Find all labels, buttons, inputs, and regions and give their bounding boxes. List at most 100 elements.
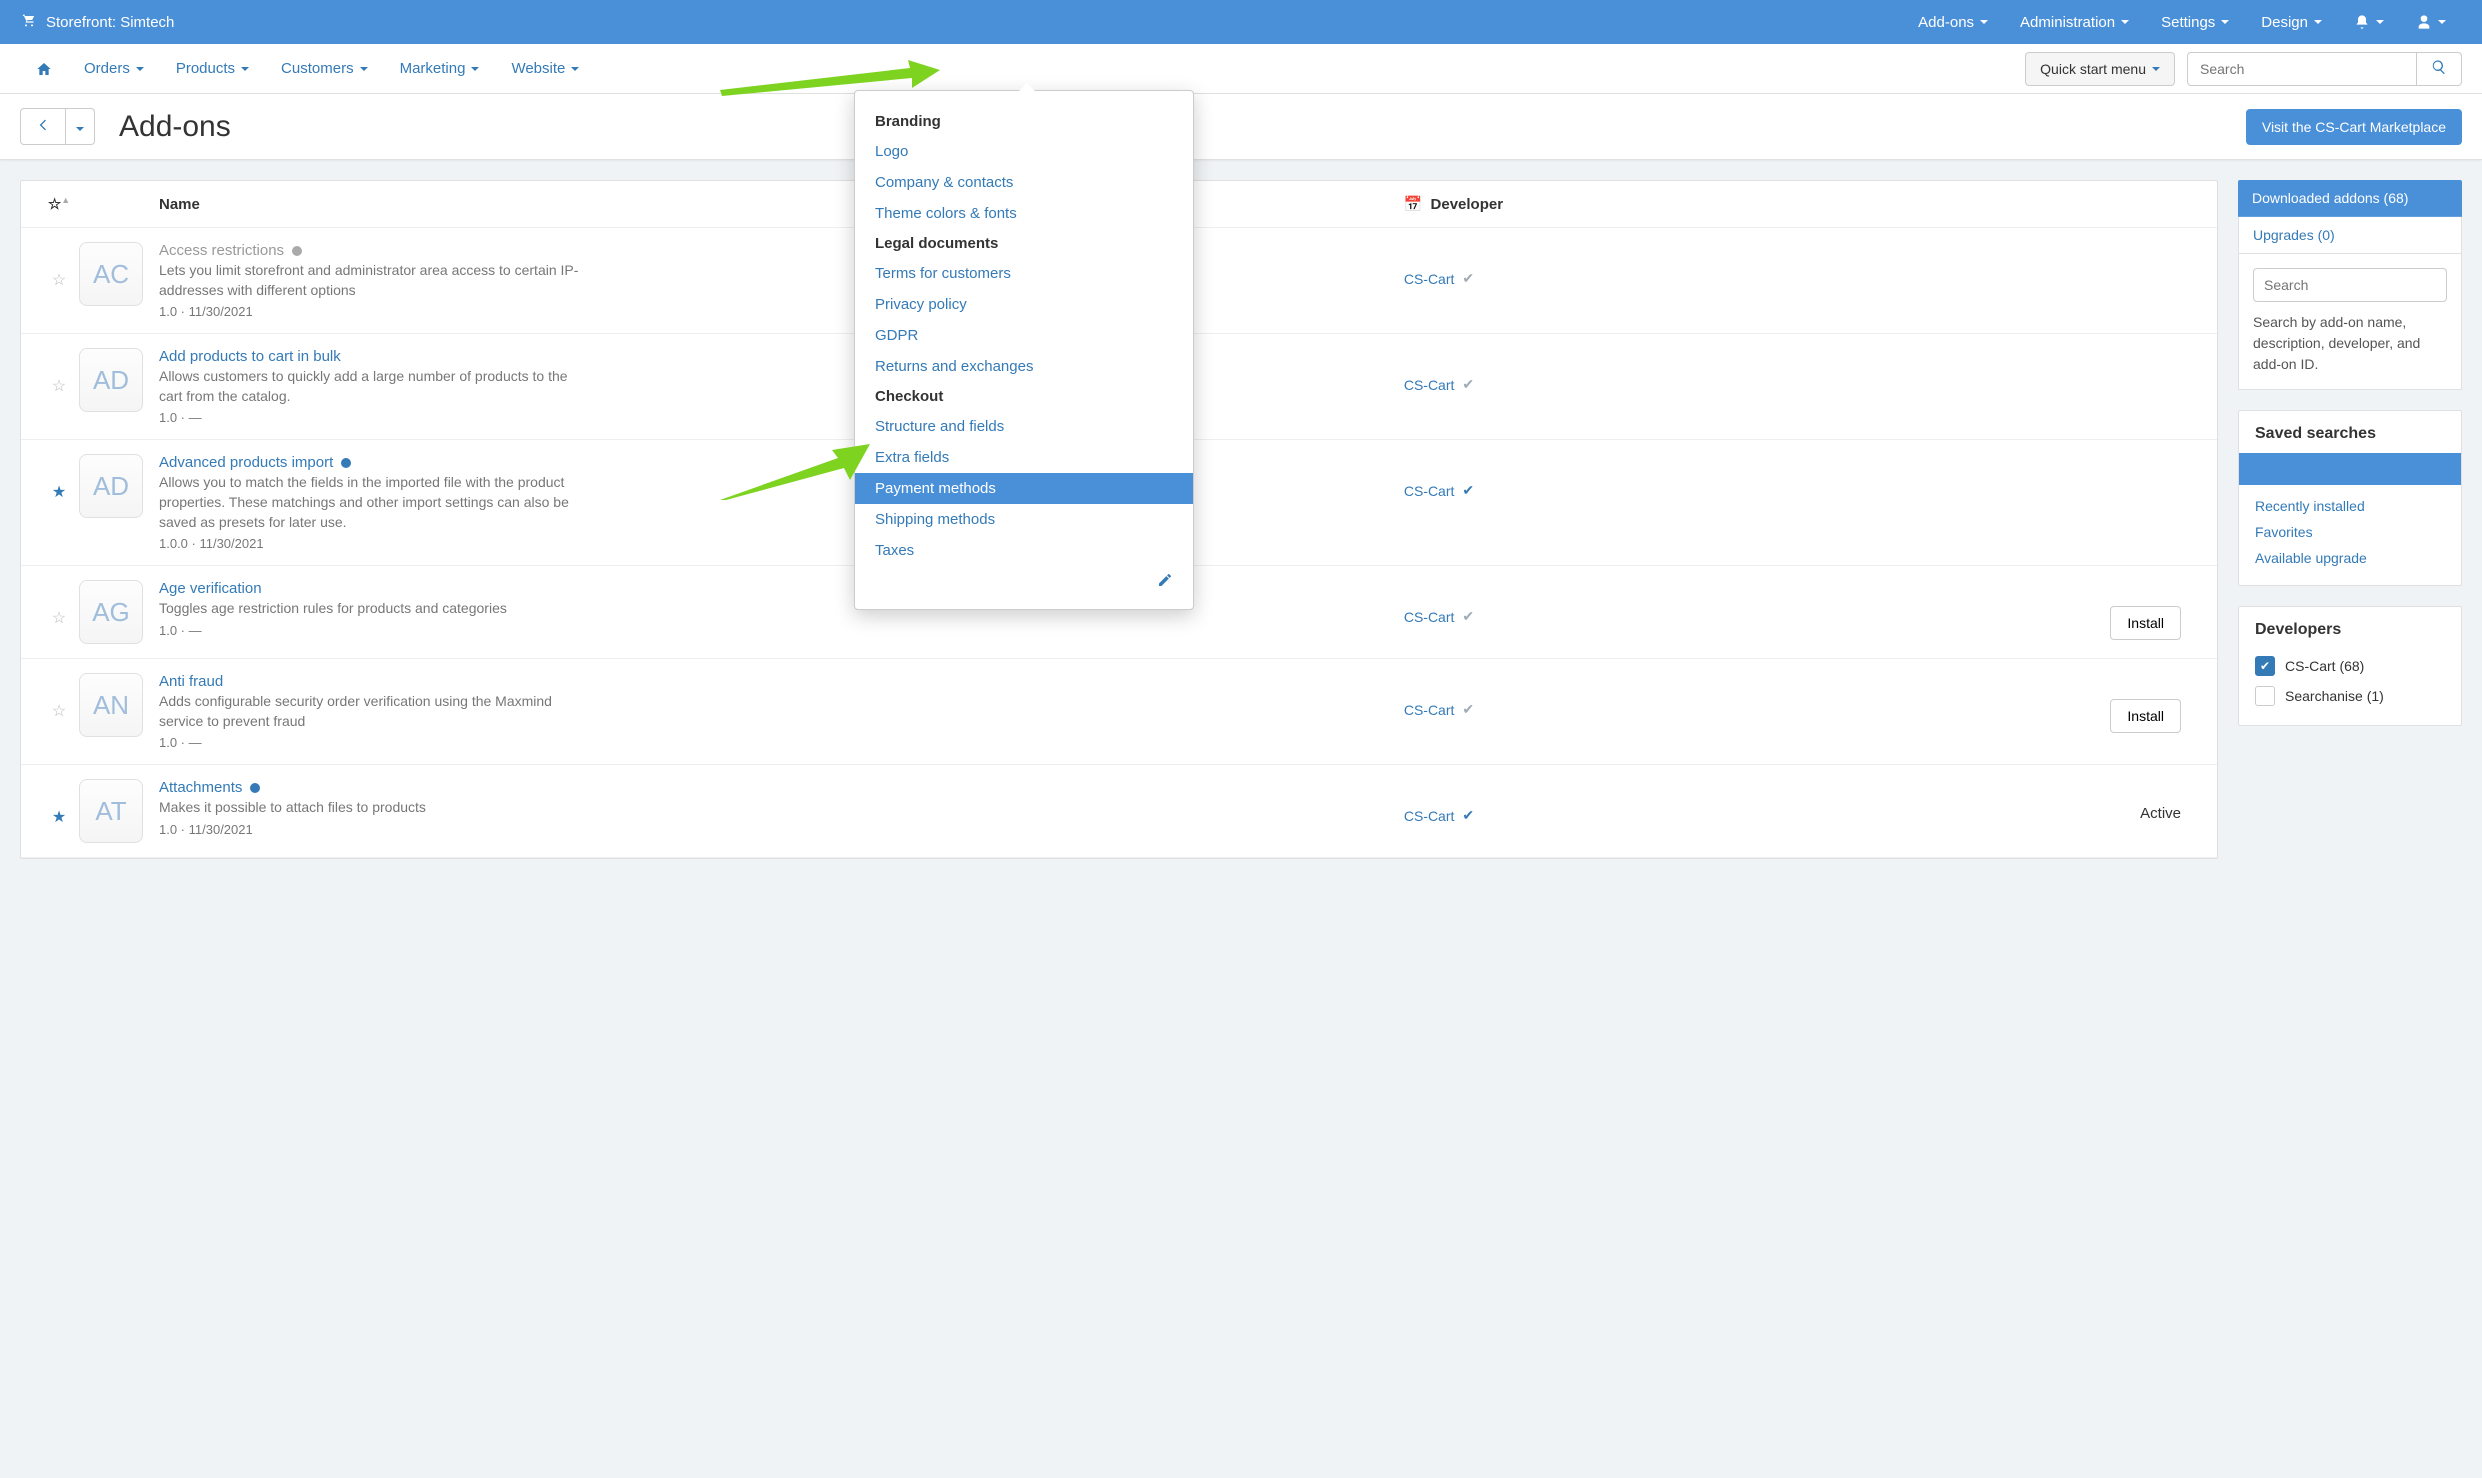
th-developer[interactable]: Developer [1431,196,1504,213]
dd-heading-checkout: Checkout [855,382,1193,411]
topmenu-settings[interactable]: Settings [2145,0,2245,44]
addon-desc: Lets you limit storefront and administra… [159,261,579,300]
back-dropdown[interactable] [66,108,95,145]
addon-row: ☆AN Anti fraud Adds configurable security… [21,659,2217,765]
dd-item-gdpr[interactable]: GDPR [855,320,1193,351]
developer-link[interactable]: CS-Cart [1404,483,1455,499]
developer-link[interactable]: CS-Cart [1404,271,1455,287]
saved-search-link[interactable]: Recently installed [2255,493,2445,519]
checkbox-icon [2255,686,2275,706]
tab-upgrades[interactable]: Upgrades (0) [2238,217,2462,254]
addon-desc: Makes it possible to attach files to pro… [159,798,579,818]
nav-website[interactable]: Website [495,44,595,94]
nav-marketing[interactable]: Marketing [384,44,496,94]
nav-products[interactable]: Products [160,44,265,94]
sidebar-search-hint: Search by add-on name, description, deve… [2253,312,2447,375]
dd-item-privacy-policy[interactable]: Privacy policy [855,289,1193,320]
favorite-toggle[interactable]: ☆ [39,242,79,290]
status-active: Active [2140,805,2181,822]
addon-title-link[interactable]: Anti fraud [159,673,223,690]
addon-meta: 1.0 · — [159,623,1404,638]
developer-link[interactable]: CS-Cart [1404,702,1455,718]
verified-check-icon: ✔ [1462,608,1474,625]
addon-badge: AC [79,242,143,306]
topmenu-administration[interactable]: Administration [2004,0,2145,44]
install-button[interactable]: Install [2110,606,2181,640]
addon-badge: AN [79,673,143,737]
saved-search-link[interactable]: Favorites [2255,519,2445,545]
install-button[interactable]: Install [2110,699,2181,733]
addon-badge: AD [79,348,143,412]
user-icon[interactable] [2400,0,2462,44]
dd-item-structure-and-fields[interactable]: Structure and fields [855,411,1193,442]
developer-filter[interactable]: Searchanise (1) [2255,681,2445,711]
dd-item-payment-methods[interactable]: Payment methods [855,473,1193,504]
status-dot-icon [250,783,260,793]
dd-item-logo[interactable]: Logo [855,136,1193,167]
dd-item-theme-colors-fonts[interactable]: Theme colors & fonts [855,198,1193,229]
topmenu-add-ons[interactable]: Add-ons [1902,0,2004,44]
dd-item-returns-and-exchanges[interactable]: Returns and exchanges [855,351,1193,382]
addon-desc: Adds configurable security order verific… [159,692,579,731]
dd-item-taxes[interactable]: Taxes [855,535,1193,566]
th-favorite-icon[interactable]: ☆▲ [39,195,79,213]
addon-title-link[interactable]: Age verification [159,580,262,597]
nav-customers[interactable]: Customers [265,44,384,94]
back-button[interactable] [20,108,66,145]
dd-edit-icon[interactable] [855,566,1193,593]
favorite-toggle[interactable]: ☆ [39,580,79,628]
saved-search-link[interactable]: Available upgrade [2255,545,2445,571]
quick-start-label: Quick start menu [2040,61,2146,77]
bell-icon[interactable] [2338,0,2400,44]
dd-item-extra-fields[interactable]: Extra fields [855,442,1193,473]
global-search-input[interactable] [2187,52,2417,86]
developers-heading: Developers [2255,621,2445,639]
dd-heading-branding: Branding [855,107,1193,136]
addon-title-link[interactable]: Advanced products import [159,454,333,471]
visit-marketplace-button[interactable]: Visit the CS-Cart Marketplace [2246,109,2462,145]
th-name[interactable]: Name [159,196,1404,213]
sidebar-search-input[interactable] [2253,268,2447,302]
verified-check-icon: ✔ [1462,807,1474,824]
global-search-button[interactable] [2417,52,2462,86]
addon-meta: 1.0 · 11/30/2021 [159,822,1404,837]
addon-desc: Toggles age restriction rules for produc… [159,599,579,619]
addon-title-link[interactable]: Add products to cart in bulk [159,348,341,365]
status-dot-icon [292,246,302,256]
dd-heading-legal: Legal documents [855,229,1193,258]
sidebar-search: Search by add-on name, description, deve… [2238,254,2462,390]
navbar: OrdersProductsCustomersMarketingWebsite … [0,44,2482,94]
topmenu-design[interactable]: Design [2245,0,2338,44]
addon-badge: AT [79,779,143,843]
verified-check-icon: ✔ [1462,270,1474,287]
topbar: Storefront: Simtech Add-onsAdministratio… [0,0,2482,44]
storefront-label[interactable]: Storefront: Simtech [46,14,174,31]
nav-orders[interactable]: Orders [68,44,160,94]
developer-link[interactable]: CS-Cart [1404,609,1455,625]
titlebar: Add-ons Visit the CS-Cart Marketplace [0,94,2482,160]
developer-filter[interactable]: ✔CS-Cart (68) [2255,651,2445,681]
verified-check-icon: ✔ [1462,701,1474,718]
home-icon[interactable] [20,44,68,94]
addon-meta: 1.0 · — [159,735,1404,750]
dd-item-company-contacts[interactable]: Company & contacts [855,167,1193,198]
addon-title-link[interactable]: Attachments [159,779,242,796]
dd-item-shipping-methods[interactable]: Shipping methods [855,504,1193,535]
checkbox-icon: ✔ [2255,656,2275,676]
developer-link[interactable]: CS-Cart [1404,808,1455,824]
addon-badge: AG [79,580,143,644]
favorite-toggle[interactable]: ☆ [39,348,79,396]
favorite-toggle[interactable]: ★ [39,779,79,827]
status-dot-icon [341,458,351,468]
addon-meta: 1.0 · 11/30/2021 [159,304,1404,319]
favorite-toggle[interactable]: ☆ [39,673,79,721]
dd-item-terms-for-customers[interactable]: Terms for customers [855,258,1193,289]
cart-icon [20,12,36,32]
tab-downloaded[interactable]: Downloaded addons (68) [2238,180,2462,217]
quick-start-button[interactable]: Quick start menu [2025,52,2175,86]
addon-meta: 1.0 · — [159,410,1404,425]
developer-link[interactable]: CS-Cart [1404,377,1455,393]
favorite-toggle[interactable]: ★ [39,454,79,502]
topbar-right: Add-onsAdministrationSettingsDesign [1902,0,2462,44]
addon-desc: Allows you to match the fields in the im… [159,473,579,532]
